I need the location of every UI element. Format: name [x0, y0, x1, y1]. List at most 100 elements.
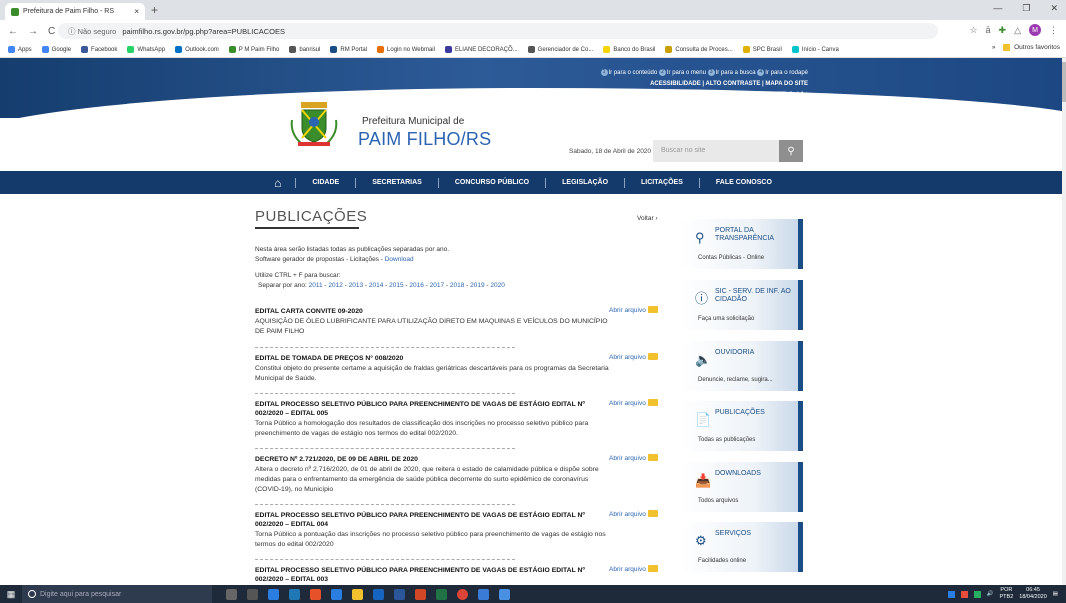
year-link[interactable]: 2012	[328, 282, 342, 289]
store-icon[interactable]	[478, 588, 489, 600]
security-indicator[interactable]: ⓘ Não seguro	[68, 26, 116, 37]
tray-icon[interactable]	[947, 590, 955, 598]
sidebar-card-megaphone[interactable]: 🔈 OUVIDORIA Denuncie, reclame, sugira...	[681, 341, 803, 391]
browser-tab[interactable]: Prefeitura de Paim Filho - RS ×	[5, 3, 145, 20]
sidebar-card-info[interactable]: ⓘ SIC - SERV. DE INF. AO CIDADÃO Faça uma …	[681, 280, 803, 330]
open-file-link[interactable]: Abrir arquivo	[609, 353, 658, 361]
tray-icon[interactable]	[973, 590, 981, 598]
year-link[interactable]: 2017	[430, 282, 444, 289]
translate-icon[interactable]: ā	[986, 25, 991, 35]
bookmark-item[interactable]: Banco do Brasil	[603, 46, 655, 53]
maximize-button[interactable]: ❐	[1022, 3, 1030, 14]
access-link[interactable]: Ir para o rodapé	[765, 70, 808, 76]
minimize-button[interactable]: —	[993, 3, 1002, 14]
drive-icon[interactable]: △	[1014, 25, 1021, 36]
municipal-crest-logo[interactable]	[288, 100, 340, 150]
accessibility-options[interactable]: ACESSIBILIDADE | ALTO CONTRASTE | MAPA D…	[548, 79, 808, 90]
tray-icon[interactable]	[960, 590, 968, 598]
input-language[interactable]: POR PTB2	[1000, 587, 1014, 601]
firefox-icon[interactable]	[310, 588, 321, 600]
home-icon[interactable]: ⌂	[274, 177, 295, 189]
bookmark-item[interactable]: Login no Webmail	[377, 46, 435, 53]
new-tab-button[interactable]: +	[151, 3, 158, 17]
profile-avatar[interactable]: M	[1029, 24, 1041, 36]
task-view-icon[interactable]	[247, 588, 258, 600]
search-input[interactable]: Buscar no site	[653, 140, 779, 162]
nav-item-legislacao[interactable]: LEGISLAÇÃO	[545, 177, 624, 188]
year-link[interactable]: 2020	[490, 282, 504, 289]
font-size-options[interactable]: TAMANHO DA FONTE: A- | A+	[548, 90, 808, 101]
ie-icon[interactable]	[331, 588, 342, 600]
year-link[interactable]: 2011	[309, 282, 323, 289]
nav-item-secretarias[interactable]: SECRETARIAS	[355, 177, 438, 188]
forward-button[interactable]: →	[28, 26, 38, 37]
reload-button[interactable]: C	[48, 26, 55, 37]
bookmark-item[interactable]: Início - Canva	[791, 46, 839, 53]
year-link[interactable]: 2014	[369, 282, 383, 289]
sidebar-card-search[interactable]: ⚲ PORTAL DA TRANSPARÊNCIA Contas Públicas …	[681, 219, 803, 269]
access-link[interactable]: Ir para a busca	[716, 70, 756, 76]
edge-icon[interactable]	[268, 588, 279, 600]
notifications-icon[interactable]: ▤	[1053, 591, 1058, 597]
address-bar[interactable]: ⓘ Não seguro paimfilho.rs.gov.br/pg.php?…	[58, 23, 938, 39]
nav-item-cidade[interactable]: CIDADE	[295, 177, 355, 188]
other-favorites[interactable]: Outros favoritos	[1014, 44, 1060, 51]
open-file-link[interactable]: Abrir arquivo	[609, 454, 658, 462]
bookmark-item[interactable]: P M Paim Filho	[228, 46, 279, 53]
bookmark-item[interactable]: RM Portal	[330, 46, 367, 53]
bookmark-item[interactable]: Apps	[8, 46, 32, 53]
year-link[interactable]: 2013	[349, 282, 363, 289]
open-file-link[interactable]: Abrir arquivo	[609, 510, 658, 518]
bookmark-item[interactable]: WhatsApp	[127, 46, 165, 53]
bookmark-item[interactable]: SPC Brasil	[742, 46, 782, 53]
word-icon[interactable]	[394, 588, 405, 600]
bookmark-item[interactable]: banrisul	[289, 46, 320, 53]
browser-icon[interactable]	[289, 588, 300, 600]
open-file-link[interactable]: Abrir arquivo	[609, 399, 658, 407]
sidebar-card-document[interactable]: 📄 PUBLICAÇÕES Todas as publicações	[681, 401, 803, 451]
search-icon[interactable]: ⚲	[779, 140, 803, 162]
close-window-button[interactable]: ✕	[1050, 3, 1058, 14]
bookmark-item[interactable]: Gerenciador de Co...	[527, 46, 593, 53]
bookmark-item[interactable]: Outlook.com	[175, 46, 219, 53]
download-link[interactable]: Download	[385, 256, 414, 263]
back-link[interactable]: Voltar ›	[637, 215, 658, 222]
menu-icon[interactable]: ⋮	[1049, 25, 1058, 36]
sidebar-card-download[interactable]: 📥 DOWNLOADS Todos arquivos	[681, 462, 803, 512]
star-icon[interactable]: ☆	[969, 25, 977, 36]
mic-icon[interactable]	[226, 588, 237, 600]
org-name[interactable]: PAIM FILHO/RS	[358, 129, 491, 150]
windows-start-icon[interactable]: ▦	[0, 585, 22, 603]
app-icon[interactable]	[373, 588, 384, 600]
bookmark-item[interactable]: Google	[41, 46, 71, 53]
access-link[interactable]: Ir para o menu	[667, 70, 706, 76]
network-app-icon[interactable]	[499, 588, 510, 600]
bookmark-item[interactable]: ELIANE DECORAÇÕ...	[444, 46, 518, 53]
excel-icon[interactable]	[436, 588, 447, 600]
clock[interactable]: 06:45 18/04/2020	[1019, 587, 1047, 601]
file-explorer-icon[interactable]	[352, 588, 363, 600]
back-button[interactable]: ←	[8, 26, 18, 37]
year-link[interactable]: 2018	[450, 282, 464, 289]
scrollbar-thumb[interactable]	[1062, 62, 1066, 102]
nav-item-fale-conosco[interactable]: FALE CONOSCO	[698, 177, 788, 188]
scrollbar[interactable]	[1062, 58, 1066, 585]
nav-item-concurso[interactable]: CONCURSO PÚBLICO	[437, 177, 545, 188]
nav-item-licitacoes[interactable]: LICITAÇÕES	[624, 177, 699, 188]
access-link[interactable]: Ir para o conteúdo	[609, 70, 658, 76]
year-link[interactable]: 2019	[470, 282, 484, 289]
bookmarks-more-button[interactable]: »	[992, 44, 996, 51]
chrome-icon[interactable]	[457, 588, 468, 600]
year-link[interactable]: 2015	[389, 282, 403, 289]
powerpoint-icon[interactable]	[415, 588, 426, 600]
bookmark-item[interactable]: Facebook	[81, 46, 117, 53]
bookmark-item[interactable]: Consulta de Proces...	[665, 46, 733, 53]
taskbar-search[interactable]: Digite aqui para pesquisar	[22, 585, 212, 603]
open-file-link[interactable]: Abrir arquivo	[609, 306, 658, 314]
volume-icon[interactable]: 🔊	[987, 591, 994, 597]
open-file-link[interactable]: Abrir arquivo	[609, 565, 658, 573]
close-tab-icon[interactable]: ×	[134, 7, 139, 16]
sidebar-card-gears[interactable]: ⚙ SERVIÇOS Facilidades online	[681, 522, 803, 572]
extension-icon[interactable]: ✚	[999, 25, 1007, 36]
year-link[interactable]: 2016	[409, 282, 423, 289]
